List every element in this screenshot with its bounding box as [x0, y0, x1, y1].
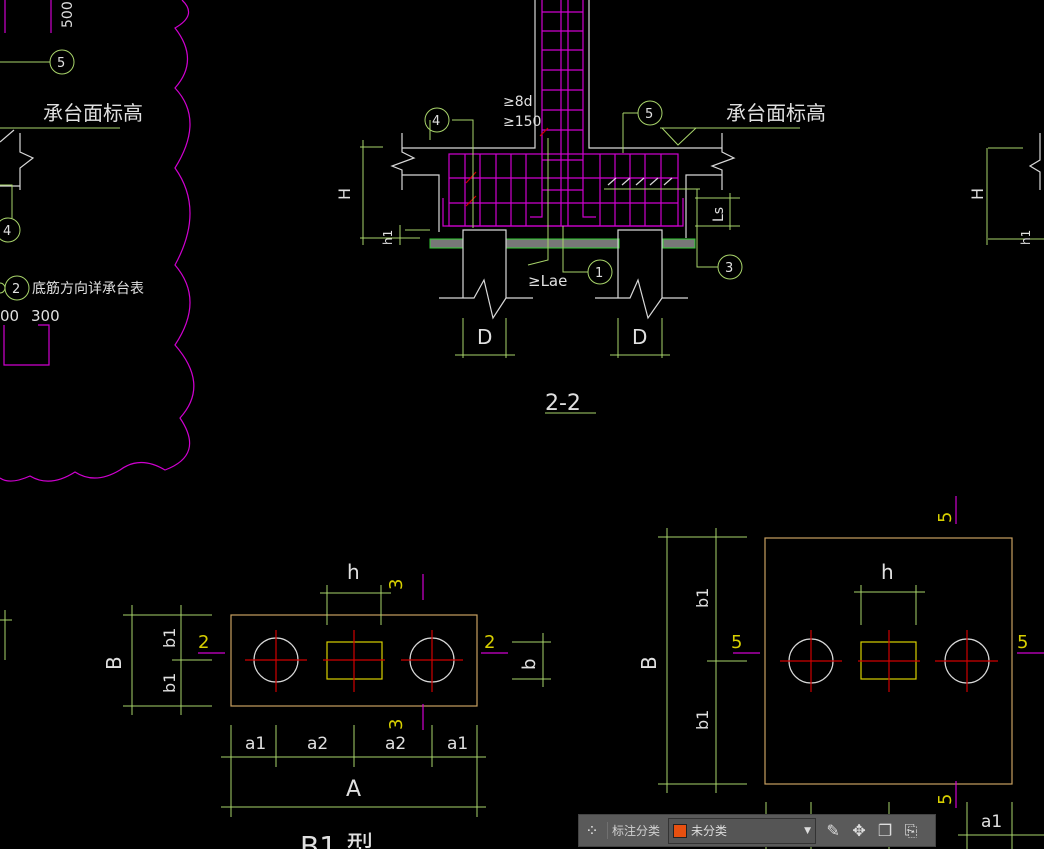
- dim-b1: b1: [160, 628, 179, 648]
- move-icon[interactable]: ✥: [846, 818, 872, 844]
- category-color-swatch: [673, 823, 688, 838]
- section-2-2: ≥8d ≥150 4 5 承台面标高 H h1 Ls ≥Lae 1 3 D D …: [335, 0, 826, 416]
- dim-H: H: [335, 188, 354, 200]
- elevation-label: 承台面标高: [43, 101, 143, 125]
- left-detail: 500 5 承台面标高 4 2 底筋方向详承台表 00 300: [0, 0, 195, 482]
- dim-B: B: [102, 656, 126, 670]
- copy-icon[interactable]: ❐: [872, 818, 898, 844]
- dim-h1: h1: [381, 230, 395, 245]
- section-mark-2: 2: [484, 632, 495, 653]
- section-mark-5: 5: [935, 794, 956, 805]
- revision-cloud: [0, 0, 195, 482]
- dim-Ls: Ls: [711, 207, 727, 222]
- chevron-down-icon: ▼: [804, 825, 812, 836]
- rebar-note: 底筋方向详承台表: [32, 280, 144, 297]
- dim-A: A: [346, 777, 361, 802]
- dim-a2: a2: [385, 734, 406, 754]
- dim-150: ≥150: [503, 114, 541, 130]
- plan-b1: h B b1 b1 b 2 2 3 3 a1 a2 a2 a1 A B1 型: [102, 560, 551, 849]
- paste-icon[interactable]: ⎘: [898, 818, 924, 844]
- cad-canvas[interactable]: 500 5 承台面标高 4 2 底筋方向详承台表 00 300 ≥8d ≥150…: [0, 0, 1044, 849]
- section-title: 2-2: [545, 391, 581, 416]
- dim-h: h: [881, 560, 894, 584]
- plan-title: B1 型: [300, 830, 374, 849]
- dim-b: b: [519, 659, 540, 670]
- dim-b1: b1: [693, 588, 712, 608]
- dim-D: D: [477, 325, 492, 349]
- annotation-category-label: 标注分类: [607, 822, 664, 839]
- callout-3: 3: [725, 261, 733, 276]
- dim-B: B: [637, 656, 661, 670]
- callout-5: 5: [645, 107, 653, 122]
- callout-4: 4: [432, 114, 440, 129]
- dim-a2: a2: [307, 734, 328, 754]
- dim-500: 500: [60, 1, 76, 28]
- section-mark-3: 3: [386, 719, 407, 730]
- callout-2: 2: [12, 282, 20, 297]
- dim-h: h: [347, 560, 360, 584]
- callout-1: 1: [595, 266, 603, 281]
- section-mark-5: 5: [731, 632, 742, 653]
- annotation-toolbar: ⁘ 标注分类 未分类 ▼ ✎ ✥ ❐ ⎘: [578, 814, 936, 847]
- dim-a1: a1: [447, 734, 468, 754]
- plan-right: h B b1 b1 5 5 5 5 a1: [637, 496, 1044, 849]
- callout-4: 4: [3, 224, 11, 239]
- dim-300: 300: [31, 307, 60, 325]
- dim-8d: ≥8d: [503, 94, 533, 110]
- elevation-label: 承台面标高: [726, 101, 826, 125]
- dim-lae: ≥Lae: [528, 272, 567, 290]
- dim-a1: a1: [981, 812, 1002, 832]
- dim-b1: b1: [160, 673, 179, 693]
- dim-D: D: [632, 325, 647, 349]
- dim-b1: b1: [693, 710, 712, 730]
- dim-00: 00: [0, 307, 19, 325]
- category-value: 未分类: [691, 824, 728, 838]
- dim-h1: h1: [1019, 230, 1033, 245]
- section-mark-2: 2: [198, 632, 209, 653]
- section-mark-5: 5: [1017, 632, 1028, 653]
- section-mark-5: 5: [935, 512, 956, 523]
- dim-H: H: [968, 188, 987, 200]
- section-mark-3: 3: [386, 579, 407, 590]
- category-dropdown[interactable]: 未分类 ▼: [668, 817, 817, 844]
- callout-5: 5: [57, 56, 65, 71]
- dim-a1: a1: [245, 734, 266, 754]
- edit-icon[interactable]: ✎: [820, 818, 846, 844]
- grid-icon[interactable]: ⁘: [579, 818, 605, 844]
